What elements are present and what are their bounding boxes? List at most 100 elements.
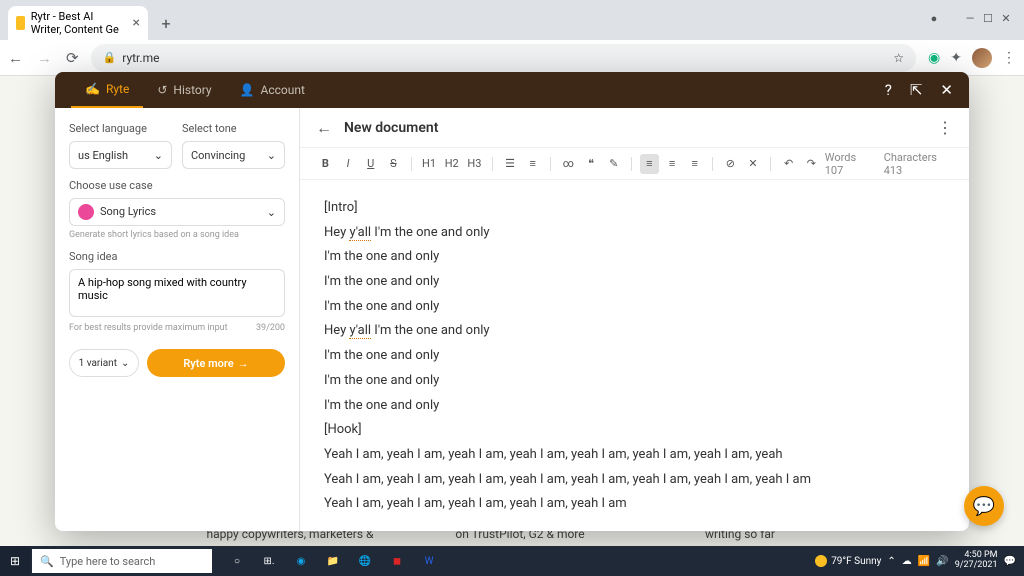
browser-toolbar: ← → ⟳ 🔒 rytr.me ☆ ◉ ✦ ⋮ <box>0 40 1024 76</box>
tab-close-icon[interactable]: × <box>133 15 140 31</box>
edge-icon[interactable]: ◉ <box>286 546 316 576</box>
document-title[interactable]: New document <box>344 120 438 136</box>
browser-tab[interactable]: Rytr - Best AI Writer, Content Ge × <box>8 6 148 40</box>
office-icon[interactable]: ◼ <box>382 546 412 576</box>
align-right-icon[interactable]: ≡ <box>685 154 704 174</box>
redo-icon[interactable]: ↷ <box>802 154 821 174</box>
star-icon[interactable]: ☆ <box>893 51 904 65</box>
sun-icon <box>815 555 827 567</box>
content-line: Yeah I am, yeah I am, yeah I am, yeah I … <box>324 468 945 493</box>
content-line: I'm the one and only <box>324 369 945 394</box>
taskbar-search[interactable]: 🔍 Type here to search <box>32 549 212 573</box>
new-tab-button[interactable]: + <box>152 9 180 37</box>
quote-icon[interactable]: ❝ <box>582 154 601 174</box>
tray-sound-icon[interactable]: 🔊 <box>936 556 948 567</box>
content-line: Hey y'all I'm the one and only <box>324 319 945 344</box>
italic-button[interactable]: I <box>339 154 358 174</box>
app-modal: ✍ Ryte ↺ History 👤 Account ? ⇱ ✕ Select … <box>55 72 969 531</box>
explorer-icon[interactable]: 📁 <box>318 546 348 576</box>
tray-cloud-icon[interactable]: ☁ <box>902 556 912 567</box>
chevron-down-icon: ⌄ <box>267 206 276 219</box>
clock[interactable]: 4:50 PM 9/27/2021 <box>955 551 998 571</box>
favicon-icon <box>16 16 25 30</box>
address-bar[interactable]: 🔒 rytr.me ☆ <box>91 44 916 72</box>
clear-icon[interactable]: ⊘ <box>721 154 740 174</box>
window-controls: ● — ☐ ✕ <box>928 12 1012 24</box>
list-ol-icon[interactable]: ≡ <box>523 154 542 174</box>
chevron-down-icon: ⌄ <box>154 149 163 162</box>
nav-ryte[interactable]: ✍ Ryte <box>71 72 143 108</box>
extensions-icon[interactable]: ✦ <box>950 50 962 66</box>
highlight-icon[interactable]: ✎ <box>604 154 623 174</box>
chevron-down-icon: ⌄ <box>267 149 276 162</box>
search-icon: 🔍 <box>40 555 54 568</box>
cortana-icon[interactable]: ○ <box>222 546 252 576</box>
content-line: [Intro] <box>324 196 945 221</box>
expand-icon[interactable]: ✕ <box>744 154 763 174</box>
history-icon: ↺ <box>157 83 167 97</box>
url-text: rytr.me <box>122 51 159 65</box>
word-icon[interactable]: W <box>414 546 444 576</box>
content-line: Hey y'all I'm the one and only <box>324 221 945 246</box>
browser-tabs: Rytr - Best AI Writer, Content Ge × + ● … <box>0 0 1024 40</box>
tab-title: Rytr - Best AI Writer, Content Ge <box>31 10 127 36</box>
usecase-select[interactable]: Song Lyrics ⌄ <box>69 198 285 226</box>
maximize-icon[interactable]: ☐ <box>982 12 994 24</box>
profile-avatar[interactable] <box>972 48 992 68</box>
sidebar: Select language us English ⌄ Select tone… <box>55 108 300 531</box>
ryte-more-button[interactable]: Ryte more → <box>147 349 285 377</box>
music-icon <box>78 204 94 220</box>
nav-history[interactable]: ↺ History <box>143 72 225 108</box>
notifications-icon[interactable]: 💬 <box>1004 556 1016 567</box>
chrome-icon[interactable]: 🌐 <box>350 546 380 576</box>
chat-bubble-icon[interactable]: 💬 <box>964 486 1004 526</box>
lang-label: Select language <box>69 122 172 135</box>
external-icon[interactable]: ⇱ <box>910 81 923 99</box>
lock-icon: 🔒 <box>103 51 117 64</box>
content-line: I'm the one and only <box>324 295 945 320</box>
tone-select[interactable]: Convincing ⌄ <box>182 141 285 169</box>
nav-account[interactable]: 👤 Account <box>226 72 319 108</box>
start-button[interactable]: ⊞ <box>0 546 30 576</box>
content-line: [Hook] <box>324 418 945 443</box>
content-line: I'm the one and only <box>324 394 945 419</box>
align-center-icon[interactable]: ≡ <box>663 154 682 174</box>
bold-button[interactable]: B <box>316 154 335 174</box>
usecase-label: Choose use case <box>69 179 285 192</box>
back-icon[interactable]: ← <box>8 49 23 67</box>
forward-icon[interactable]: → <box>37 49 52 67</box>
content-line: I'm the one and only <box>324 245 945 270</box>
h3-button[interactable]: H3 <box>465 154 484 174</box>
reload-icon[interactable]: ⟳ <box>66 49 79 67</box>
arrow-right-icon: → <box>238 357 249 370</box>
link-icon[interactable]: ∞ <box>559 154 578 174</box>
tray-chevron-icon[interactable]: ⌃ <box>887 556 895 567</box>
content-line: I'm the one and only <box>324 344 945 369</box>
close-modal-icon[interactable]: ✕ <box>940 81 953 99</box>
menu-icon[interactable]: ⋮ <box>1002 50 1016 66</box>
align-left-icon[interactable]: ≡ <box>640 154 659 174</box>
idea-hint: For best results provide maximum input <box>69 323 228 333</box>
help-icon[interactable]: ? <box>885 81 892 99</box>
idea-label: Song idea <box>69 250 285 263</box>
document-menu-icon[interactable]: ⋮ <box>937 118 953 137</box>
tray-wifi-icon[interactable]: 📶 <box>918 556 930 567</box>
close-window-icon[interactable]: ✕ <box>1000 12 1012 24</box>
weather-widget[interactable]: 79°F Sunny <box>815 555 881 567</box>
h1-button[interactable]: H1 <box>420 154 439 174</box>
language-select[interactable]: us English ⌄ <box>69 141 172 169</box>
undo-icon[interactable]: ↶ <box>779 154 798 174</box>
extension-icon[interactable]: ◉ <box>928 50 940 66</box>
user-icon: 👤 <box>240 83 255 97</box>
h2-button[interactable]: H2 <box>442 154 461 174</box>
underline-button[interactable]: U <box>361 154 380 174</box>
variant-select[interactable]: 1 variant ⌄ <box>69 349 139 377</box>
editor-content[interactable]: [Intro]Hey y'all I'm the one and onlyI'm… <box>300 180 969 531</box>
idea-textarea[interactable] <box>69 269 285 317</box>
strike-button[interactable]: S <box>384 154 403 174</box>
list-ul-icon[interactable]: ☰ <box>501 154 520 174</box>
taskview-icon[interactable]: ⊞. <box>254 546 284 576</box>
close-icon[interactable]: — <box>964 12 976 24</box>
minimize-icon[interactable]: ● <box>928 12 940 24</box>
back-arrow-icon[interactable]: ← <box>316 118 332 138</box>
